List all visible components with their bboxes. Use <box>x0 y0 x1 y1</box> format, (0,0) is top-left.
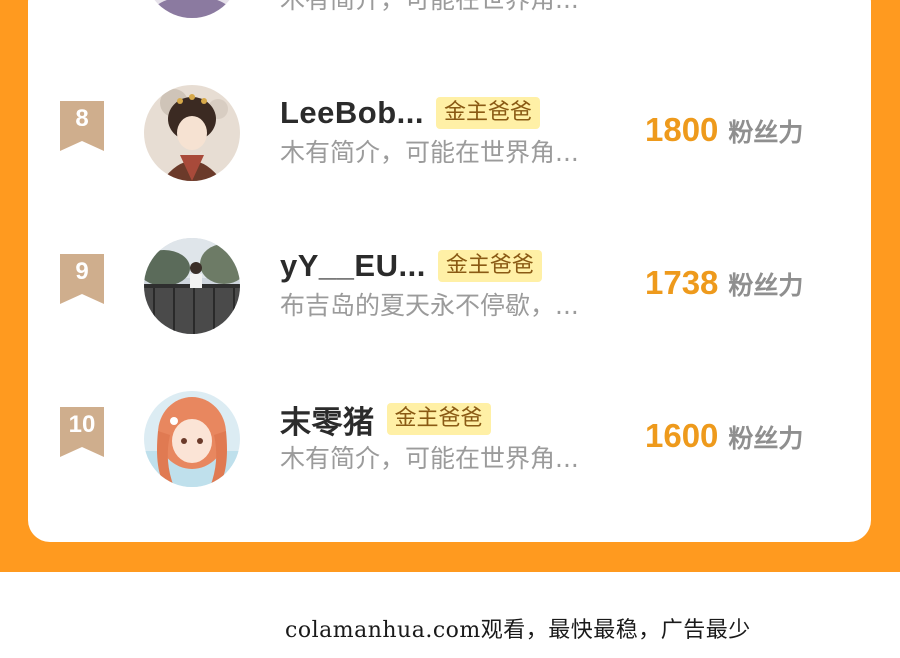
fans-count: 1738 <box>645 264 719 301</box>
leaderboard-row[interactable]: 8 LeeBob... 金主爸爸 木有简介，可能在世界角... 1800 粉丝力 <box>28 83 871 183</box>
page: 木有简介，可能在世界角... 8 <box>0 0 900 658</box>
sponsor-badge: 金主爸爸 <box>436 97 541 129</box>
user-bio: 木有简介，可能在世界角... <box>280 444 579 473</box>
user-bio: 木有简介，可能在世界角... <box>280 0 579 16</box>
name-line: yY__EU... 金主爸爸 <box>280 246 542 286</box>
leaderboard-row[interactable]: 9 yY__EU... 金主爸爸 布吉岛的夏天永不停歇，... 1738 粉丝力 <box>28 236 871 336</box>
fans-unit: 粉丝力 <box>728 424 804 453</box>
fans-score: 1800 粉丝力 <box>645 111 803 149</box>
fans-score: 1600 粉丝力 <box>645 417 803 455</box>
rank-number: 8 <box>75 105 89 132</box>
username[interactable]: LeeBob... <box>280 95 424 131</box>
avatar[interactable] <box>144 238 240 334</box>
rank-ribbon: 9 <box>60 254 104 304</box>
fans-count: 1600 <box>645 417 719 454</box>
fans-score: 1738 粉丝力 <box>645 264 803 302</box>
rank-ribbon: 8 <box>60 101 104 151</box>
fans-unit: 粉丝力 <box>728 271 804 300</box>
sponsor-badge: 金主爸爸 <box>437 250 542 282</box>
fans-unit: 粉丝力 <box>728 118 804 147</box>
sponsor-badge: 金主爸爸 <box>386 403 491 435</box>
avatar[interactable] <box>144 391 240 487</box>
rank-number: 10 <box>68 411 96 438</box>
user-bio: 布吉岛的夏天永不停歇，... <box>280 291 579 320</box>
rank-number: 9 <box>75 258 89 285</box>
name-line: LeeBob... 金主爸爸 <box>280 93 541 133</box>
fans-count: 1800 <box>645 111 719 148</box>
leaderboard-row-partial[interactable]: 木有简介，可能在世界角... <box>28 0 871 80</box>
leaderboard-row[interactable]: 10 末零猪 金主爸爸 木有简介，可能在世界角... 1600 粉丝力 <box>28 389 871 489</box>
rank-ribbon: 10 <box>60 407 104 457</box>
username[interactable]: yY__EU... <box>280 248 426 284</box>
name-line: 末零猪 金主爸爸 <box>280 397 491 442</box>
avatar[interactable] <box>144 85 240 181</box>
username[interactable]: 末零猪 <box>280 397 375 442</box>
avatar[interactable] <box>144 0 240 18</box>
user-bio: 木有简介，可能在世界角... <box>280 138 579 167</box>
leaderboard-card: 木有简介，可能在世界角... 8 <box>28 0 871 542</box>
site-watermark: colamanhua.com观看，最快最稳，广告最少 <box>285 618 751 643</box>
